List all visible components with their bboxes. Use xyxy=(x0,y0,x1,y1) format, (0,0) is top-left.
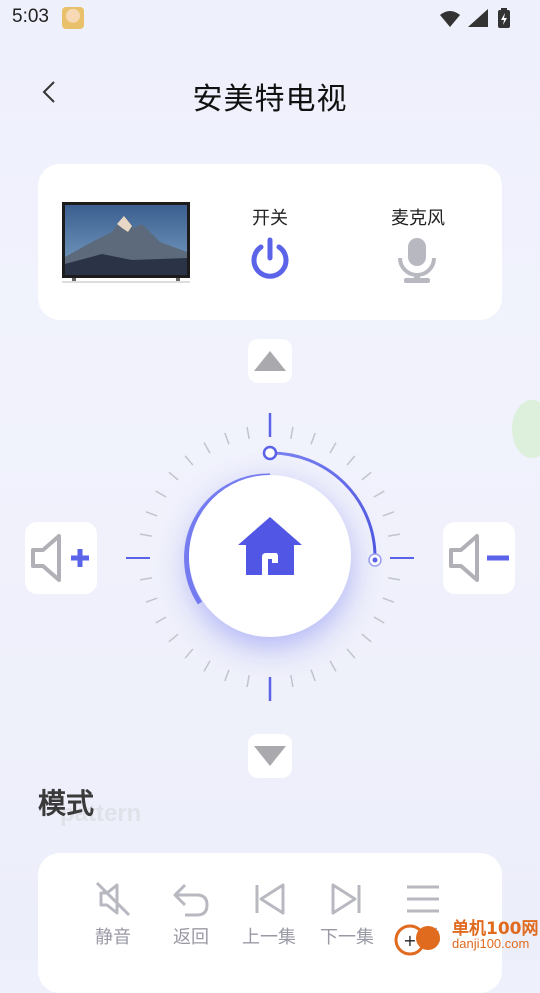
dial-tick xyxy=(373,490,385,498)
volume-down-icon xyxy=(449,534,509,582)
watermark-logo-icon: + xyxy=(394,924,440,956)
mode-title: 模式 xyxy=(38,787,95,820)
channel-down-button[interactable] xyxy=(248,734,292,778)
dial-tick xyxy=(329,660,337,672)
previous-episode-label: 上一集 xyxy=(242,927,296,948)
return-button[interactable]: 返回 xyxy=(161,879,221,959)
dial-tick xyxy=(139,533,152,537)
status-bar: 5:03 xyxy=(0,0,540,36)
dial-tick xyxy=(373,616,385,624)
back-arrow-icon xyxy=(173,883,209,917)
dial-tick xyxy=(168,633,179,643)
power-label: 开关 xyxy=(252,208,288,229)
dial-tick xyxy=(310,669,316,682)
volume-up-icon xyxy=(31,534,89,582)
dial-tick xyxy=(155,616,167,624)
dial-tick xyxy=(382,597,395,603)
page-title: 安美特电视 xyxy=(192,82,348,117)
home-icon xyxy=(238,517,302,575)
dial-tick xyxy=(145,597,158,603)
dial-tick xyxy=(203,442,211,454)
dial-tick xyxy=(346,648,356,659)
header: 安美特电视 xyxy=(0,60,540,130)
dial-tick xyxy=(246,426,250,439)
tv-image xyxy=(62,202,190,283)
dial-tick xyxy=(246,675,250,688)
dial-tick xyxy=(203,660,211,672)
notification-avatar-icon xyxy=(62,7,84,29)
next-episode-label: 下一集 xyxy=(320,927,374,948)
previous-icon xyxy=(255,883,285,915)
return-label: 返回 xyxy=(173,927,209,948)
dial-tick xyxy=(224,669,230,682)
dial-tick xyxy=(139,577,152,581)
previous-episode-button[interactable]: 上一集 xyxy=(239,879,299,959)
floating-assist-icon[interactable] xyxy=(512,400,540,458)
dial-tick xyxy=(184,455,194,466)
wifi-icon xyxy=(440,11,460,27)
next-episode-button[interactable]: 下一集 xyxy=(317,879,377,959)
dial-tick xyxy=(382,511,395,517)
signal-icon xyxy=(468,9,488,27)
watermark-url: danji100.com xyxy=(452,936,530,951)
volume-up-button[interactable] xyxy=(25,522,97,594)
dial-tick xyxy=(155,490,167,498)
triangle-down-icon xyxy=(254,746,286,766)
power-icon[interactable] xyxy=(247,236,293,282)
mute-label: 静音 xyxy=(95,927,131,948)
microphone-icon[interactable] xyxy=(394,236,440,284)
dial-tick xyxy=(361,471,372,481)
dial-tick xyxy=(290,426,294,439)
dial-tick xyxy=(361,633,372,643)
device-card: 开关 麦克风 xyxy=(38,164,502,320)
dial-tick xyxy=(346,455,356,466)
status-time: 5:03 xyxy=(12,6,49,27)
status-icons xyxy=(440,8,510,28)
dial-tick xyxy=(388,577,401,581)
battery-icon xyxy=(498,8,510,28)
channel-up-button[interactable] xyxy=(248,339,292,383)
mute-button[interactable]: 静音 xyxy=(83,879,143,959)
watermark: + 单机100网 danji100.com xyxy=(392,912,540,960)
dial-start-knob xyxy=(262,445,278,461)
dial-tick xyxy=(290,675,294,688)
dial-tick xyxy=(329,442,337,454)
dial-tick xyxy=(168,471,179,481)
mute-icon xyxy=(95,881,131,917)
triangle-up-icon xyxy=(254,351,286,371)
dial-tick xyxy=(224,432,230,445)
svg-text:+: + xyxy=(403,931,416,950)
dial-tick xyxy=(310,432,316,445)
dial-tick xyxy=(388,533,401,537)
next-icon xyxy=(331,883,361,915)
dial-tick xyxy=(184,648,194,659)
microphone-label: 麦克风 xyxy=(391,208,445,229)
home-button[interactable] xyxy=(189,475,351,637)
volume-down-button[interactable] xyxy=(443,522,515,594)
dial-tick xyxy=(145,511,158,517)
